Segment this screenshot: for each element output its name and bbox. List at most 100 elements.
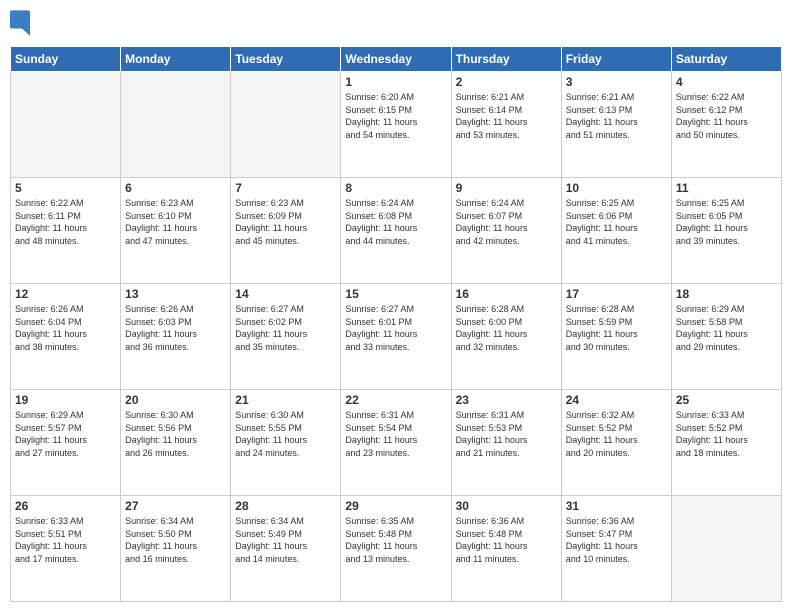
calendar-cell [11, 72, 121, 178]
calendar-cell: 8 Sunrise: 6:24 AM Sunset: 6:08 PM Daylig… [341, 178, 451, 284]
calendar-cell: 29Sunrise: 6:35 AM Sunset: 5:48 PM Dayli… [341, 496, 451, 602]
day-info: Sunrise: 6:34 AM Sunset: 5:49 PM Dayligh… [235, 515, 336, 565]
calendar-cell: 27 Sunrise: 6:34 AM Sunset: 5:50 PM Dayli… [121, 496, 231, 602]
calendar-cell: 2 Sunrise: 6:21 AM Sunset: 6:14 PM Daylig… [451, 72, 561, 178]
day-number: 25 [676, 393, 777, 407]
calendar-cell: 28 Sunrise: 6:34 AM Sunset: 5:49 PM Dayli… [231, 496, 341, 602]
header [10, 10, 782, 38]
calendar-cell: 4 Sunrise: 6:22 AM Sunset: 6:12 PM Daylig… [671, 72, 781, 178]
day-number: 21 [235, 393, 336, 407]
day-info: Sunrise: 6:24 AM Sunset: 6:07 PM Dayligh… [456, 197, 557, 247]
calendar-cell: 6Sunrise: 6:23 AM Sunset: 6:10 PM Daylig… [121, 178, 231, 284]
calendar-cell [121, 72, 231, 178]
day-info: Sunrise: 6:27 AM Sunset: 6:02 PM Dayligh… [235, 303, 336, 353]
day-info: Sunrise: 6:23 AM Sunset: 6:09 PM Dayligh… [235, 197, 336, 247]
day-number: 11 [676, 181, 777, 195]
day-number: 3 [566, 75, 667, 89]
day-number: 12 [15, 287, 116, 301]
day-info: Sunrise: 6:21 AM Sunset: 6:14 PM Dayligh… [456, 91, 557, 141]
page: SundayMondayTuesdayWednesdayThursdayFrid… [0, 0, 792, 612]
day-number: 5 [15, 181, 116, 195]
weekday-header-sunday: Sunday [11, 47, 121, 72]
day-number: 16 [456, 287, 557, 301]
calendar-header: SundayMondayTuesdayWednesdayThursdayFrid… [11, 47, 782, 72]
day-number: 22 [345, 393, 446, 407]
day-info: Sunrise: 6:31 AM Sunset: 5:53 PM Dayligh… [456, 409, 557, 459]
day-number: 31 [566, 499, 667, 513]
day-info: Sunrise: 6:23 AM Sunset: 6:10 PM Dayligh… [125, 197, 226, 247]
weekday-header-wednesday: Wednesday [341, 47, 451, 72]
day-info: Sunrise: 6:26 AM Sunset: 6:03 PM Dayligh… [125, 303, 226, 353]
day-info: Sunrise: 6:22 AM Sunset: 6:12 PM Dayligh… [676, 91, 777, 141]
day-info: Sunrise: 6:21 AM Sunset: 6:13 PM Dayligh… [566, 91, 667, 141]
weekday-header-thursday: Thursday [451, 47, 561, 72]
day-number: 15 [345, 287, 446, 301]
calendar-cell [231, 72, 341, 178]
day-info: Sunrise: 6:28 AM Sunset: 5:59 PM Dayligh… [566, 303, 667, 353]
calendar-cell: 18 Sunrise: 6:29 AM Sunset: 5:58 PM Dayli… [671, 284, 781, 390]
day-number: 27 [125, 499, 226, 513]
weekday-header-row: SundayMondayTuesdayWednesdayThursdayFrid… [11, 47, 782, 72]
calendar-week-4: 26 Sunrise: 6:33 AM Sunset: 5:51 PM Dayli… [11, 496, 782, 602]
day-number: 4 [676, 75, 777, 89]
calendar-cell: 22 Sunrise: 6:31 AM Sunset: 5:54 PM Dayli… [341, 390, 451, 496]
day-number: 28 [235, 499, 336, 513]
calendar-cell: 24 Sunrise: 6:32 AM Sunset: 5:52 PM Dayli… [561, 390, 671, 496]
calendar-cell: 12 Sunrise: 6:26 AM Sunset: 6:04 PM Dayli… [11, 284, 121, 390]
day-info: Sunrise: 6:36 AM Sunset: 5:47 PM Dayligh… [566, 515, 667, 565]
day-number: 14 [235, 287, 336, 301]
weekday-header-saturday: Saturday [671, 47, 781, 72]
calendar-cell: 17Sunrise: 6:28 AM Sunset: 5:59 PM Dayli… [561, 284, 671, 390]
day-number: 10 [566, 181, 667, 195]
day-info: Sunrise: 6:32 AM Sunset: 5:52 PM Dayligh… [566, 409, 667, 459]
calendar-week-0: 1Sunrise: 6:20 AM Sunset: 6:15 PM Daylig… [11, 72, 782, 178]
day-number: 18 [676, 287, 777, 301]
calendar-table: SundayMondayTuesdayWednesdayThursdayFrid… [10, 46, 782, 602]
day-info: Sunrise: 6:34 AM Sunset: 5:50 PM Dayligh… [125, 515, 226, 565]
day-number: 2 [456, 75, 557, 89]
day-info: Sunrise: 6:25 AM Sunset: 6:06 PM Dayligh… [566, 197, 667, 247]
day-number: 29 [345, 499, 446, 513]
calendar-cell: 21 Sunrise: 6:30 AM Sunset: 5:55 PM Dayli… [231, 390, 341, 496]
day-number: 23 [456, 393, 557, 407]
calendar-cell: 23 Sunrise: 6:31 AM Sunset: 5:53 PM Dayli… [451, 390, 561, 496]
calendar-cell [671, 496, 781, 602]
day-number: 24 [566, 393, 667, 407]
day-info: Sunrise: 6:29 AM Sunset: 5:57 PM Dayligh… [15, 409, 116, 459]
weekday-header-friday: Friday [561, 47, 671, 72]
day-number: 26 [15, 499, 116, 513]
calendar-cell: 13Sunrise: 6:26 AM Sunset: 6:03 PM Dayli… [121, 284, 231, 390]
calendar-week-2: 12 Sunrise: 6:26 AM Sunset: 6:04 PM Dayli… [11, 284, 782, 390]
day-info: Sunrise: 6:24 AM Sunset: 6:08 PM Dayligh… [345, 197, 446, 247]
day-info: Sunrise: 6:22 AM Sunset: 6:11 PM Dayligh… [15, 197, 116, 247]
calendar-cell: 30 Sunrise: 6:36 AM Sunset: 5:48 PM Dayli… [451, 496, 561, 602]
calendar-cell: 14 Sunrise: 6:27 AM Sunset: 6:02 PM Dayli… [231, 284, 341, 390]
day-info: Sunrise: 6:29 AM Sunset: 5:58 PM Dayligh… [676, 303, 777, 353]
day-info: Sunrise: 6:33 AM Sunset: 5:51 PM Dayligh… [15, 515, 116, 565]
day-info: Sunrise: 6:31 AM Sunset: 5:54 PM Dayligh… [345, 409, 446, 459]
calendar-cell: 19 Sunrise: 6:29 AM Sunset: 5:57 PM Dayli… [11, 390, 121, 496]
calendar-cell: 9 Sunrise: 6:24 AM Sunset: 6:07 PM Daylig… [451, 178, 561, 284]
calendar-body: 1Sunrise: 6:20 AM Sunset: 6:15 PM Daylig… [11, 72, 782, 602]
day-number: 9 [456, 181, 557, 195]
day-info: Sunrise: 6:33 AM Sunset: 5:52 PM Dayligh… [676, 409, 777, 459]
calendar-cell: 3 Sunrise: 6:21 AM Sunset: 6:13 PM Daylig… [561, 72, 671, 178]
calendar-cell: 7 Sunrise: 6:23 AM Sunset: 6:09 PM Daylig… [231, 178, 341, 284]
calendar-week-3: 19 Sunrise: 6:29 AM Sunset: 5:57 PM Dayli… [11, 390, 782, 496]
day-number: 8 [345, 181, 446, 195]
day-number: 30 [456, 499, 557, 513]
day-info: Sunrise: 6:28 AM Sunset: 6:00 PM Dayligh… [456, 303, 557, 353]
day-info: Sunrise: 6:30 AM Sunset: 5:55 PM Dayligh… [235, 409, 336, 459]
day-number: 20 [125, 393, 226, 407]
calendar-cell: 15Sunrise: 6:27 AM Sunset: 6:01 PM Dayli… [341, 284, 451, 390]
weekday-header-tuesday: Tuesday [231, 47, 341, 72]
day-number: 19 [15, 393, 116, 407]
day-info: Sunrise: 6:36 AM Sunset: 5:48 PM Dayligh… [456, 515, 557, 565]
day-number: 7 [235, 181, 336, 195]
calendar-week-1: 5 Sunrise: 6:22 AM Sunset: 6:11 PM Daylig… [11, 178, 782, 284]
day-info: Sunrise: 6:25 AM Sunset: 6:05 PM Dayligh… [676, 197, 777, 247]
calendar-cell: 31 Sunrise: 6:36 AM Sunset: 5:47 PM Dayli… [561, 496, 671, 602]
day-info: Sunrise: 6:26 AM Sunset: 6:04 PM Dayligh… [15, 303, 116, 353]
calendar-cell: 26 Sunrise: 6:33 AM Sunset: 5:51 PM Dayli… [11, 496, 121, 602]
calendar-cell: 25 Sunrise: 6:33 AM Sunset: 5:52 PM Dayli… [671, 390, 781, 496]
